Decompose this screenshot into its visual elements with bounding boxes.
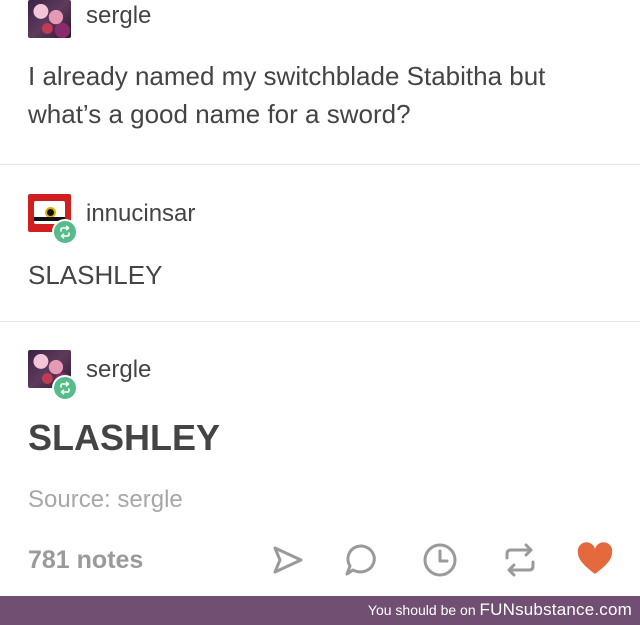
post-text: I already named my switchblade Stabitha … xyxy=(28,61,546,129)
watermark-prefix: You should be on xyxy=(367,602,480,618)
watermark-text: You should be on FUNsubstance.com xyxy=(368,601,632,619)
post-block-reblog-innucinsar: innucinsar SLASHLEY xyxy=(0,165,640,321)
reblog-button[interactable] xyxy=(500,540,540,580)
username-innucinsar[interactable]: innucinsar xyxy=(86,200,195,228)
watermark-brand-suffix: substance.com xyxy=(515,600,632,619)
like-button[interactable] xyxy=(575,540,615,580)
queue-button[interactable] xyxy=(420,540,460,580)
reblog-bold-text: SLASHLEY xyxy=(28,417,221,458)
reblog-text: SLASHLEY xyxy=(28,260,163,290)
reblog-icon xyxy=(505,543,535,577)
reply-icon xyxy=(345,544,376,576)
notes-count[interactable]: 781 notes xyxy=(28,545,143,575)
reply-button[interactable] xyxy=(342,540,382,580)
username-sergle[interactable]: sergle xyxy=(86,2,151,30)
like-heart-icon xyxy=(577,542,613,574)
post-source[interactable]: Source: sergle xyxy=(28,485,183,515)
watermark-bar: You should be on FUNsubstance.com xyxy=(0,596,640,625)
avatar-sergle[interactable] xyxy=(28,0,71,38)
queue-clock-icon xyxy=(423,543,457,577)
watermark-brand-prefix: FUN xyxy=(479,600,516,619)
share-icon xyxy=(273,546,303,574)
username-sergle[interactable]: sergle xyxy=(86,356,151,384)
post-block-original: sergle I already named my switchblade St… xyxy=(0,0,640,164)
tumblr-post: sergle I already named my switchblade St… xyxy=(0,0,640,596)
post-block-reblog-sergle: sergle SLASHLEY Source: sergle 781 notes xyxy=(0,322,640,596)
reblog-badge-icon xyxy=(52,219,78,245)
share-button[interactable] xyxy=(267,540,307,580)
reblog-badge-icon xyxy=(52,375,78,401)
